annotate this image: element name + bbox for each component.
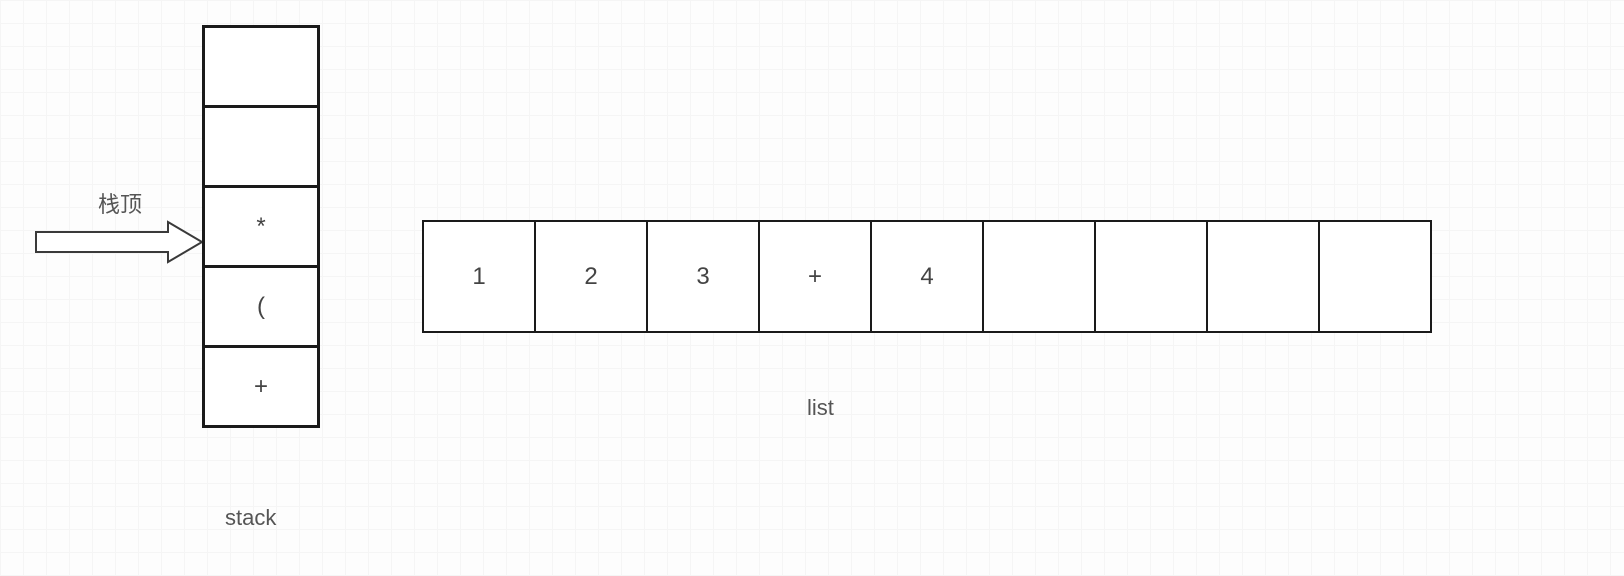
stack-caption: stack — [225, 505, 276, 531]
list-cell — [1094, 220, 1208, 333]
list-cell: 2 — [534, 220, 648, 333]
stack-cell: + — [205, 345, 317, 425]
stack-cell selected: ( — [205, 265, 317, 345]
stack-top-label: 栈顶 — [98, 187, 142, 219]
list-cell: 1 — [422, 220, 536, 333]
list-cell — [1206, 220, 1320, 333]
diagram-canvas: 栈顶 * ( + stack 1 2 3 + 4 list — [0, 0, 1624, 576]
stack-top-arrow — [36, 222, 204, 262]
stack-cell: * — [205, 185, 317, 265]
list-cell — [1318, 220, 1432, 333]
list-cell — [982, 220, 1096, 333]
list-cell: 4 — [870, 220, 984, 333]
stack-container: * ( + — [202, 25, 320, 428]
stack-cell — [205, 105, 317, 185]
list-container: 1 2 3 + 4 — [422, 220, 1432, 333]
stack-cell — [205, 25, 317, 105]
list-cell: 3 — [646, 220, 760, 333]
list-cell: + — [758, 220, 872, 333]
list-caption: list — [807, 395, 834, 421]
